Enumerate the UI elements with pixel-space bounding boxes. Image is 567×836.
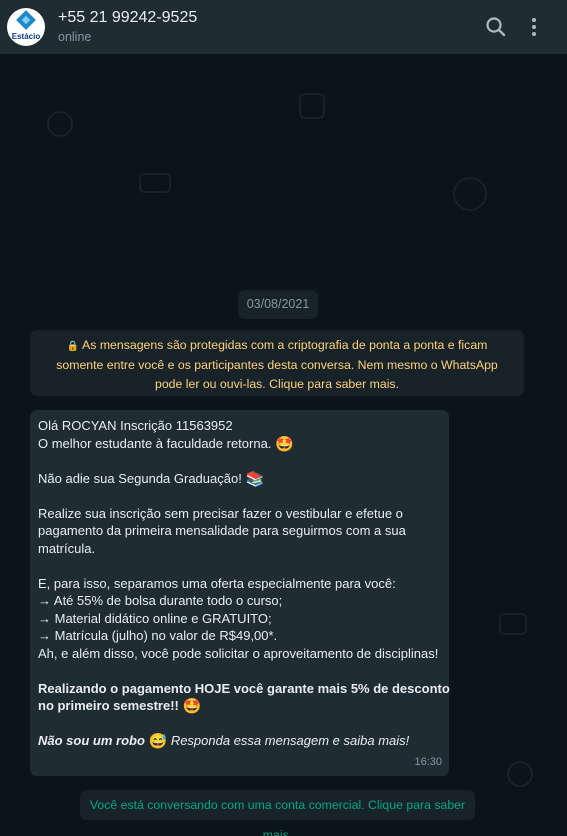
star-struck-emoji: 🤩 (182, 698, 202, 715)
message-line: Ah, e além disso, você pode solicitar o … (38, 645, 439, 661)
message-text: Não adie sua Segunda Graduação! (38, 470, 242, 486)
message-line: Realize sua inscrição sem precisar fazer… (38, 505, 403, 521)
date-divider: 03/08/2021 (238, 290, 318, 319)
message-text: Não sou um robo (38, 733, 145, 748)
business-account-notice[interactable]: Você está conversando com uma conta come… (80, 790, 475, 836)
encryption-notice[interactable]: 🔒 As mensagens são protegidas com a cript… (30, 330, 524, 396)
avatar-brand: Estácio (11, 32, 41, 41)
message-text: Responda essa mensagem e saiba mais! (167, 733, 410, 748)
star-struck-emoji: 🤩 (275, 435, 294, 453)
message-text: no primeiro semestre!! (38, 698, 179, 713)
more-vertical-icon (532, 18, 536, 36)
message-line: Realizando o pagamento HOJE você garante… (38, 680, 450, 696)
message-line: E, para isso, separamos uma oferta espec… (38, 575, 396, 591)
chat-area[interactable]: 03/08/2021 🔒 As mensagens são protegidas … (0, 54, 567, 836)
avatar[interactable]: Estácio (7, 8, 45, 46)
menu-button[interactable] (521, 14, 547, 40)
chat-header: Estácio +55 21 99242-9525 online (0, 0, 567, 54)
encryption-text: As mensagens são protegidas com a cripto… (56, 338, 498, 391)
contact-title[interactable]: +55 21 99242-9525 (58, 9, 197, 27)
message-line: → Até 55% de bolsa durante todo o curso; (38, 593, 283, 608)
message-time: 16:30 (414, 755, 442, 768)
search-icon (486, 17, 506, 37)
message-line: Olá ROCYAN Inscrição 11563952 (38, 418, 233, 433)
message-line: pagamento da primeira mensalidade para s… (38, 523, 406, 538)
message-line: matrícula. (38, 540, 96, 556)
message-line: → Matrícula (julho) no valor de R$49,00*… (38, 628, 278, 643)
contact-status: online (58, 30, 92, 44)
message-line: O melhor estudante à faculdade retorna. … (38, 435, 441, 453)
sweat-smile-emoji: 😅 (148, 733, 168, 750)
message-line: → Material didático online e GRATUITO; (38, 610, 272, 626)
lock-icon: 🔒 (66, 341, 80, 352)
incoming-message[interactable]: Olá ROCYAN Inscrição 11563952 O melhor e… (30, 410, 450, 776)
message-line: Não sou um robo 😅 Responda essa mensagem… (38, 732, 441, 750)
message-line: Não adie sua Segunda Graduação! 📚 (38, 470, 441, 488)
message-line: no primeiro semestre!! 🤩 (38, 697, 441, 715)
search-button[interactable] (483, 14, 509, 40)
books-emoji: 📚 (245, 470, 265, 488)
message-text: O melhor estudante à faculdade retorna. (38, 435, 272, 451)
